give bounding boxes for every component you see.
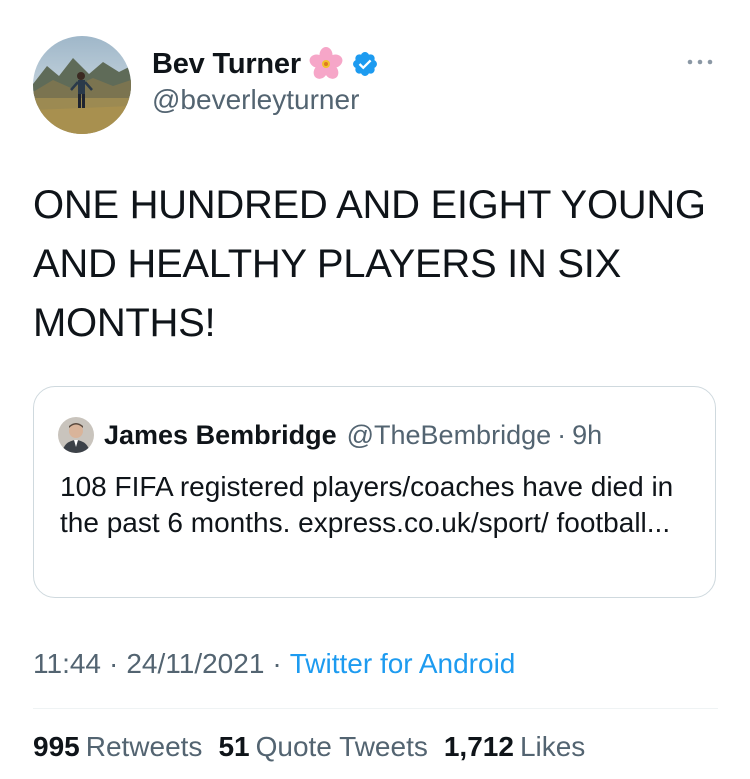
quoted-author-avatar [58, 417, 94, 453]
quote-tweets-label: Quote Tweets [255, 731, 428, 762]
quoted-meta-separator: · [557, 419, 567, 450]
likes-label: Likes [519, 731, 586, 762]
author-avatar-image [33, 36, 131, 134]
retweets-label: Retweets [85, 731, 203, 762]
tweet-text: ONE HUNDRED AND EIGHT YOUNG AND HEALTHY … [33, 183, 706, 345]
tweet-container: Bev Turner @beverleyturner ONE HUNDRED A… [0, 0, 750, 779]
likes-stat[interactable]: 1,712 Likes [444, 731, 585, 763]
tweet-time[interactable]: 11:44 [33, 648, 101, 680]
quoted-tweet-time: 9h [572, 419, 603, 450]
more-options-button[interactable] [682, 52, 718, 72]
tweet-stats-row: 995 Retweets 51 Quote Tweets 1,712 Likes [33, 731, 585, 763]
quoted-author-handle: @TheBembridge [346, 419, 552, 450]
quoted-author-name: James Bembridge [104, 419, 337, 450]
quote-tweets-count: 51 [218, 731, 250, 762]
verified-badge-icon [351, 50, 379, 78]
meta-separator: · [109, 648, 119, 679]
quoted-tweet-meta: @TheBembridge · 9h [347, 420, 603, 451]
retweets-count: 995 [33, 731, 80, 762]
cherry-blossom-icon [309, 47, 343, 81]
author-avatar[interactable] [33, 36, 131, 134]
divider [33, 708, 718, 709]
quote-tweets-stat[interactable]: 51 Quote Tweets [218, 731, 427, 763]
ellipsis-icon [687, 59, 713, 65]
tweet-meta-row: 11:44 · 24/11/2021 · Twitter for Android [33, 648, 515, 680]
author-handle[interactable]: @beverleyturner [152, 84, 359, 116]
quoted-tweet-header: James Bembridge @TheBembridge · 9h [58, 417, 602, 453]
likes-count: 1,712 [443, 731, 514, 762]
tweet-date[interactable]: 24/11/2021 [126, 648, 264, 680]
author-display-name[interactable]: Bev Turner [152, 48, 301, 81]
tweet-source-link[interactable]: Twitter for Android [290, 648, 516, 680]
retweets-stat[interactable]: 995 Retweets [33, 731, 202, 763]
meta-separator: · [272, 648, 282, 679]
author-name-row: Bev Turner [152, 44, 379, 84]
quoted-tweet-card[interactable]: James Bembridge @TheBembridge · 9h 108 F… [33, 386, 716, 598]
quoted-tweet-text: 108 FIFA registered players/coaches have… [60, 471, 674, 538]
